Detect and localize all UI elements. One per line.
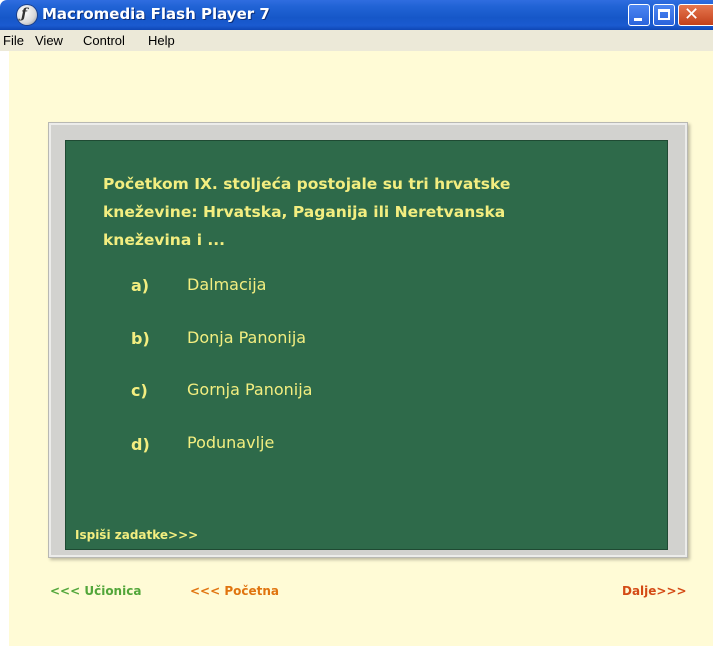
menu-view[interactable]: View [35, 33, 63, 48]
question-line: Početkom IX. stoljeća postojale su tri h… [103, 175, 511, 193]
close-button[interactable]: ✕ [678, 4, 713, 26]
menu-bar: File View Control Help [0, 30, 713, 51]
option-letter[interactable]: c) [131, 381, 148, 400]
option-text[interactable]: Donja Panonija [187, 328, 306, 347]
menu-control[interactable]: Control [83, 33, 125, 48]
option-text[interactable]: Dalmacija [187, 275, 266, 294]
option-text[interactable]: Podunavlje [187, 433, 274, 452]
option-letter[interactable]: a) [131, 276, 149, 295]
flash-player-icon[interactable]: ƒ [17, 5, 37, 25]
menu-help[interactable]: Help [148, 33, 175, 48]
flash-player-window: ƒ Macromedia Flash Player 7 ✕ File View … [0, 0, 713, 646]
maximize-icon [658, 9, 670, 20]
menu-file[interactable]: File [3, 33, 24, 48]
option-letter[interactable]: d) [131, 435, 150, 454]
classroom-link[interactable]: <<< Učionica [50, 584, 141, 598]
minimize-icon [634, 18, 642, 21]
question-line: kneževina i ... [103, 231, 226, 249]
home-link[interactable]: <<< Početna [190, 584, 279, 598]
question-text: Početkom IX. stoljeća postojale su tri h… [103, 170, 583, 254]
next-link[interactable]: Dalje>>> [622, 584, 687, 598]
close-icon: ✕ [684, 4, 700, 25]
title-bar[interactable]: ƒ Macromedia Flash Player 7 ✕ [0, 0, 713, 30]
option-text[interactable]: Gornja Panonija [187, 380, 312, 399]
minimize-button[interactable] [628, 4, 650, 26]
option-letter[interactable]: b) [131, 329, 150, 348]
print-tasks-link[interactable]: Ispiši zadatke>>> [75, 528, 198, 542]
maximize-button[interactable] [653, 4, 675, 26]
window-title: Macromedia Flash Player 7 [42, 5, 270, 23]
question-line: kneževine: Hrvatska, Paganija ili Neretv… [103, 203, 506, 221]
